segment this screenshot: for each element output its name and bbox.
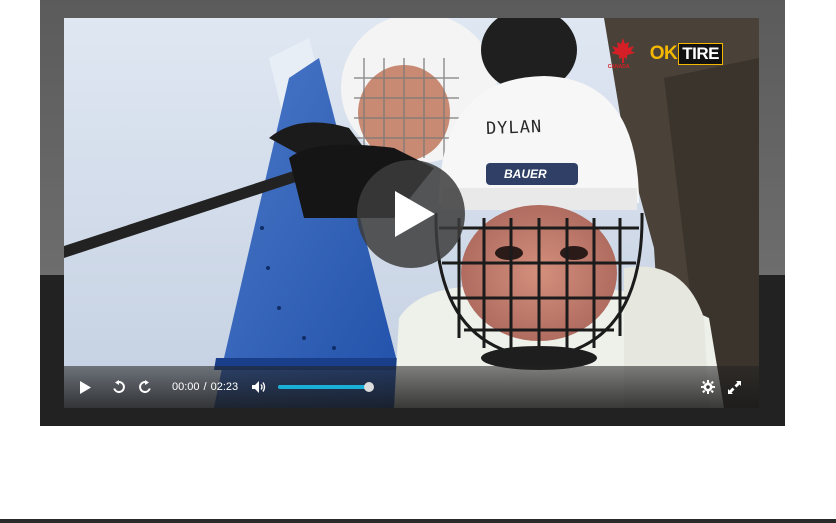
volume-slider-fill bbox=[278, 385, 370, 389]
play-button[interactable] bbox=[64, 366, 106, 408]
volume-icon bbox=[252, 381, 266, 393]
helmet-name-text: DYLAN bbox=[485, 117, 543, 139]
big-play-button[interactable] bbox=[357, 160, 465, 268]
mute-button[interactable] bbox=[246, 366, 272, 408]
sponsor-logos: CANADA OK TIRE bbox=[608, 36, 723, 71]
ok-tire-logo: OK TIRE bbox=[649, 42, 723, 65]
rewind-button[interactable] bbox=[106, 366, 132, 408]
rewind-icon bbox=[113, 380, 125, 393]
fast-forward-button[interactable] bbox=[132, 366, 158, 408]
volume-slider-handle[interactable] bbox=[364, 382, 375, 392]
time-display: 00:00 / 02:23 bbox=[172, 381, 238, 393]
bottom-divider bbox=[0, 519, 836, 523]
gear-icon bbox=[701, 380, 715, 394]
current-time: 00:00 bbox=[172, 381, 200, 393]
hockey-canada-text: CANADA bbox=[607, 64, 630, 70]
fullscreen-icon bbox=[727, 380, 741, 394]
settings-button[interactable] bbox=[695, 366, 721, 408]
maple-leaf-icon bbox=[610, 38, 635, 63]
ok-tire-logo-ok: OK bbox=[649, 42, 678, 64]
fast-forward-icon bbox=[139, 380, 151, 393]
play-icon bbox=[395, 191, 435, 237]
time-separator: / bbox=[203, 381, 207, 393]
hockey-canada-logo: CANADA bbox=[608, 36, 638, 71]
play-icon bbox=[80, 380, 91, 394]
helmet-brand-text: BAUER bbox=[504, 167, 547, 181]
fullscreen-button[interactable] bbox=[721, 366, 747, 408]
volume-slider[interactable] bbox=[278, 382, 375, 392]
ok-tire-logo-tire: TIRE bbox=[678, 42, 723, 65]
duration: 02:23 bbox=[210, 381, 239, 393]
player-controls-bar: 00:00 / 02:23 bbox=[64, 366, 759, 408]
video-player[interactable]: DYLAN BAUER CANADA OK TIRE 00:00 / 02:23 bbox=[64, 18, 759, 408]
